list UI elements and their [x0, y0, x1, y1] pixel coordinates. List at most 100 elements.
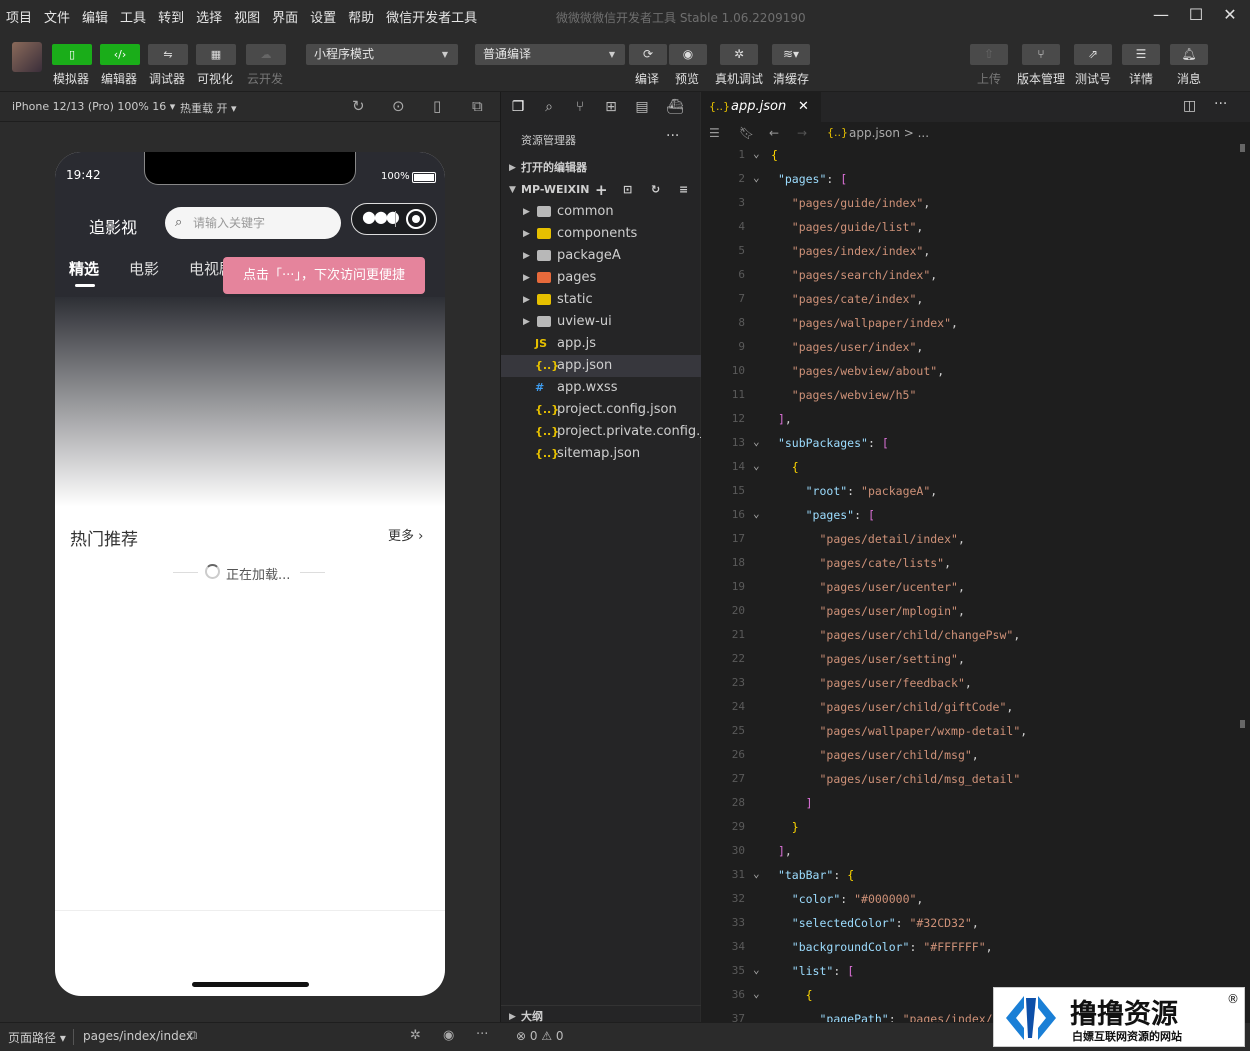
tab-app-json[interactable]: {..} app.json ✕ [701, 92, 821, 122]
menu-item[interactable]: 选择 [196, 7, 222, 26]
chevron-down-icon: ▼ [441, 50, 448, 59]
minimize-icon[interactable]: — [1148, 4, 1174, 26]
file-item[interactable]: # app.wxss [501, 377, 701, 399]
device-value: iPhone 12/13 (Pro) 100% 16 [12, 100, 167, 113]
search-input[interactable]: 请输入关键字 [165, 207, 341, 239]
more-link[interactable]: 更多 › [388, 525, 423, 544]
close-tab-icon[interactable]: ✕ [798, 92, 809, 122]
menu-item[interactable]: 工具 [120, 7, 146, 26]
json-file-icon: {..} [535, 425, 560, 438]
stop-icon[interactable]: ⊙ [392, 97, 405, 115]
visual-button[interactable]: ▦ [196, 44, 236, 65]
version-button[interactable]: ⑂ [1022, 44, 1060, 65]
folder-item[interactable]: ▶ packageA [501, 245, 701, 267]
open-editors-section[interactable]: ▶ 打开的编辑器 [501, 157, 701, 179]
file-item[interactable]: JS app.js [501, 333, 701, 355]
file-item[interactable]: {..} project.config.json [501, 399, 701, 421]
folder-item[interactable]: ▶ components [501, 223, 701, 245]
bug-icon[interactable]: ✲ [410, 1028, 421, 1043]
file-item[interactable]: {..} sitemap.json [501, 443, 701, 465]
line-number: 13 [731, 436, 745, 449]
fold-icon[interactable]: ⌄ [753, 867, 760, 880]
tab-movie[interactable]: 电影 [129, 258, 159, 279]
code-area[interactable]: 1 ⌄{2 ⌄ "pages": [3 "pages/guide/index", 4 … [701, 144, 1250, 1022]
file-item[interactable]: {..} app.json [501, 355, 701, 377]
compile-select[interactable]: 普通编译 ▼ [475, 44, 625, 65]
phone-icon[interactable]: ▯ [433, 97, 441, 115]
page-path-select[interactable]: 页面路径 ▾ [8, 1029, 66, 1046]
close-icon[interactable]: ✕ [1217, 4, 1243, 26]
debugger-button[interactable]: ⇋ [148, 44, 188, 65]
menu-item[interactable]: 界面 [272, 7, 298, 26]
fold-icon[interactable]: ⌄ [753, 507, 760, 520]
menu-item[interactable]: 编辑 [82, 7, 108, 26]
folder-item[interactable]: ▶ pages [501, 267, 701, 289]
device-select[interactable]: iPhone 12/13 (Pro) 100% 16 ▾ [12, 100, 175, 113]
capsule-menu[interactable]: ●●● [351, 203, 437, 235]
list-icon[interactable]: ☰ [709, 122, 720, 144]
more-icon[interactable]: ··· [476, 1027, 488, 1042]
popout-icon[interactable]: ⧉ [472, 97, 483, 115]
refresh-icon[interactable]: ↻ [651, 179, 660, 201]
explorer-icon[interactable]: ❐ [507, 96, 529, 118]
folder-icon [537, 228, 551, 239]
extensions-icon[interactable]: ⊞ [600, 96, 622, 118]
collapse-icon[interactable]: ≡ [679, 179, 688, 201]
folder-item[interactable]: ▶ uview-ui [501, 311, 701, 333]
search-icon[interactable]: ⌕ [538, 96, 560, 118]
folder-item[interactable]: ▶ common [501, 201, 701, 223]
menu-item[interactable]: 帮助 [348, 7, 374, 26]
close-circle-icon[interactable] [406, 209, 426, 229]
upload-button[interactable]: ⇧ [970, 44, 1008, 65]
clear-cache-button[interactable]: ≋▾ [772, 44, 810, 65]
split-editor-icon[interactable]: ◫ [1183, 98, 1196, 114]
cloud-button[interactable]: ☁ [246, 44, 286, 65]
simulator-button[interactable]: ▯ [52, 44, 92, 65]
fold-icon[interactable]: ⌄ [753, 459, 760, 472]
fold-icon[interactable]: ⌄ [753, 171, 760, 184]
docker-icon[interactable]: ⛴︎ [664, 96, 686, 118]
fold-icon[interactable]: ⌄ [753, 435, 760, 448]
menu-item[interactable]: 项目 [6, 7, 32, 26]
tab-featured[interactable]: 精选 [69, 258, 99, 279]
new-folder-icon[interactable]: ⊡ [623, 179, 632, 201]
fold-icon[interactable]: ⌄ [753, 963, 760, 976]
forward-icon[interactable]: → [797, 122, 807, 144]
menu-item[interactable]: 转到 [158, 7, 184, 26]
bookmark-icon[interactable]: 🔖︎ [739, 122, 754, 144]
problems-count[interactable]: ⊗ 0 ⚠ 0 [516, 1029, 564, 1043]
version-label: 版本管理 [1017, 72, 1066, 86]
menu-item[interactable]: 微信开发者工具 [386, 7, 477, 26]
eye-icon[interactable]: ◉ [443, 1028, 454, 1043]
breadcrumb-path[interactable]: app.json > ... [849, 122, 929, 144]
fold-icon[interactable]: ⌄ [753, 987, 760, 1000]
more-icon[interactable]: ●●● [362, 207, 400, 226]
folder-item[interactable]: ▶ static [501, 289, 701, 311]
mode-select[interactable]: 小程序模式 ▼ [306, 44, 458, 65]
preview-button[interactable]: ◉ [669, 44, 707, 65]
git-icon[interactable]: ⑂ [569, 96, 591, 118]
back-icon[interactable]: ← [769, 122, 779, 144]
file-item[interactable]: {..} project.private.config.js... [501, 421, 723, 443]
project-section[interactable]: ▼ MP-WEIXIN + ⊡ ↻ ≡ [501, 179, 701, 201]
compile-button[interactable]: ⟳ [629, 44, 667, 65]
fold-icon[interactable]: ⌄ [753, 147, 760, 160]
hotreload-select[interactable]: 热重载 开 ▾ [180, 100, 237, 116]
details-button[interactable]: ☰ [1122, 44, 1160, 65]
menu-item[interactable]: 文件 [44, 7, 70, 26]
panel-icon[interactable]: ▤ [631, 96, 653, 118]
refresh-icon[interactable]: ↻ [352, 97, 365, 115]
menu-item[interactable]: 视图 [234, 7, 260, 26]
more-actions-icon[interactable]: ··· [1214, 96, 1227, 112]
test-account-button[interactable]: ⇗ [1074, 44, 1112, 65]
avatar[interactable] [12, 42, 42, 72]
new-file-icon[interactable]: + [595, 179, 608, 201]
editor-button[interactable]: ‹/› [100, 44, 140, 65]
explorer-more-icon[interactable]: ··· [666, 128, 679, 144]
chevron-right-icon: ▶ [523, 273, 530, 283]
remote-debug-button[interactable]: ✲ [720, 44, 758, 65]
maximize-icon[interactable]: ☐ [1183, 4, 1209, 26]
messages-button[interactable]: 🔔︎ [1170, 44, 1208, 65]
copy-icon[interactable]: ⧉ [188, 1028, 197, 1043]
menu-item[interactable]: 设置 [310, 7, 336, 26]
